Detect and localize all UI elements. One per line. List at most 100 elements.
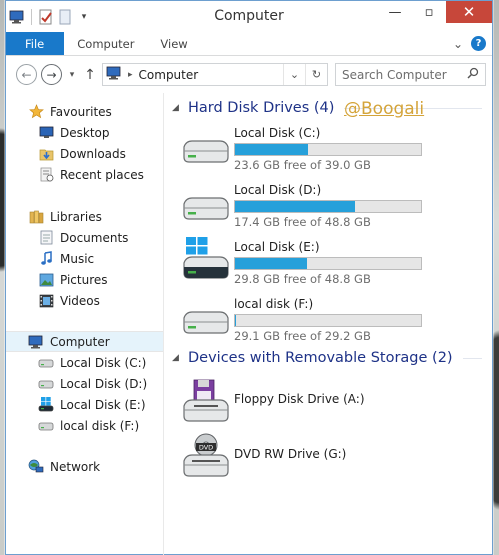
nav-label: Local Disk (D:): [60, 376, 148, 391]
address-dropdown-icon[interactable]: ⌄: [283, 64, 305, 85]
removable-storage-group-header[interactable]: ◢ Devices with Removable Storage (2): [172, 347, 492, 369]
videos-icon: [38, 293, 54, 309]
window-controls: — ▫ ✕: [378, 1, 492, 23]
drive-free-space: 29.1 GB free of 29.2 GB: [234, 329, 371, 343]
collapse-chevron-icon[interactable]: ◢: [172, 353, 188, 363]
dvd-drive-icon: DVD: [180, 433, 232, 479]
windows-hdd-icon: [180, 235, 232, 289]
title-bar: ▾ Computer — ▫ ✕: [6, 1, 492, 32]
breadcrumb-location[interactable]: Computer: [139, 68, 199, 82]
back-button[interactable]: ←: [16, 64, 37, 85]
device-name: DVD RW Drive (G:): [234, 446, 347, 461]
computer-location-icon: [106, 66, 122, 83]
search-placeholder: Search Computer: [342, 67, 447, 82]
search-input[interactable]: Search Computer: [335, 63, 486, 86]
address-row: ← → ▾ ↑ ▸ Computer ⌄ ↻ Search Computer: [6, 56, 492, 93]
hard-disk-group-header[interactable]: ◢ Hard Disk Drives (4): [172, 97, 492, 119]
drive-item[interactable]: Local Disk (E:) 29.8 GB free of 48.8 GB: [180, 235, 492, 292]
device-name: Floppy Disk Drive (A:): [234, 391, 365, 406]
up-button[interactable]: ↑: [82, 67, 98, 83]
group-title: Devices with Removable Storage (2): [188, 350, 453, 366]
hdd-icon: [38, 355, 54, 371]
nav-pictures[interactable]: Pictures: [6, 269, 164, 290]
nav-downloads[interactable]: Downloads: [6, 143, 164, 164]
nav-label: Desktop: [60, 125, 110, 140]
hdd-icon: [38, 376, 54, 392]
nav-label: Downloads: [60, 146, 126, 161]
minimize-button[interactable]: —: [378, 1, 412, 23]
maximize-button[interactable]: ▫: [412, 1, 446, 23]
nav-recent-places[interactable]: Recent places: [6, 164, 164, 185]
properties-icon[interactable]: [38, 9, 54, 25]
nav-local-disk-f[interactable]: local disk (F:): [6, 415, 164, 436]
music-icon: [38, 251, 54, 267]
breadcrumb-separator-icon[interactable]: ▸: [128, 70, 133, 80]
nav-desktop[interactable]: Desktop: [6, 122, 164, 143]
device-item[interactable]: Floppy Disk Drive (A:): [180, 373, 492, 428]
refresh-icon[interactable]: ↻: [305, 64, 327, 85]
svg-text:DVD: DVD: [199, 443, 213, 451]
explorer-window: ▾ Computer — ▫ ✕ File Computer View ⌄ ? …: [5, 0, 493, 555]
nav-label: Local Disk (C:): [60, 355, 147, 370]
nav-documents[interactable]: Documents: [6, 227, 164, 248]
customize-toolbar-icon[interactable]: ▾: [76, 9, 92, 25]
recent-locations-icon[interactable]: ▾: [66, 70, 78, 80]
expand-ribbon-icon[interactable]: ⌄: [453, 37, 463, 51]
libraries-icon: [28, 209, 44, 225]
pictures-icon: [38, 272, 54, 288]
windows-hdd-icon: [38, 397, 54, 413]
drive-item[interactable]: local disk (F:) 29.1 GB free of 29.2 GB: [180, 292, 492, 349]
nav-libraries[interactable]: Libraries: [6, 206, 164, 227]
network-icon: [28, 459, 44, 475]
drive-name: Local Disk (D:): [234, 183, 322, 197]
nav-local-disk-c[interactable]: Local Disk (C:): [6, 352, 164, 373]
drive-name: Local Disk (C:): [234, 126, 321, 140]
content-pane: ◢ Hard Disk Drives (4) @Boogali Local Di…: [164, 93, 492, 555]
new-folder-icon[interactable]: [57, 9, 73, 25]
close-button[interactable]: ✕: [446, 1, 492, 23]
hdd-icon: [180, 192, 232, 232]
group-divider: [462, 357, 482, 359]
nav-favourites[interactable]: Favourites: [6, 101, 164, 122]
nav-music[interactable]: Music: [6, 248, 164, 269]
hdd-icon: [38, 418, 54, 434]
drive-free-space: 17.4 GB free of 48.8 GB: [234, 215, 371, 229]
forward-button[interactable]: →: [41, 64, 62, 85]
nav-label: Music: [60, 251, 95, 266]
drive-item[interactable]: Local Disk (C:) 23.6 GB free of 39.0 GB: [180, 121, 492, 178]
drive-name: local disk (F:): [234, 297, 314, 311]
watermark-text: @Boogali: [344, 99, 425, 119]
ribbon-right-controls: ⌄ ?: [453, 36, 486, 51]
nav-network[interactable]: Network: [6, 456, 164, 477]
nav-local-disk-d[interactable]: Local Disk (D:): [6, 373, 164, 394]
help-icon[interactable]: ?: [471, 36, 486, 51]
recent-places-icon: [38, 167, 54, 183]
nav-videos[interactable]: Videos: [6, 290, 164, 311]
nav-label: Network: [50, 459, 101, 474]
desktop-icon: [38, 125, 54, 141]
drive-free-space: 23.6 GB free of 39.0 GB: [234, 158, 371, 172]
tab-file[interactable]: File: [6, 32, 65, 55]
nav-label: Libraries: [50, 209, 102, 224]
search-icon[interactable]: [467, 67, 479, 82]
navigation-pane: Favourites Desktop Downloads Recent plac…: [6, 93, 164, 555]
device-item[interactable]: DVD DVD RW Drive (G:): [180, 428, 492, 483]
computer-app-icon[interactable]: [9, 9, 25, 25]
computer-icon: [28, 334, 44, 350]
drive-item[interactable]: Local Disk (D:) 17.4 GB free of 48.8 GB: [180, 178, 492, 235]
nav-label: Pictures: [60, 272, 108, 287]
nav-computer[interactable]: Computer: [6, 331, 164, 352]
documents-icon: [38, 230, 54, 246]
nav-local-disk-e[interactable]: Local Disk (E:): [6, 394, 164, 415]
tab-view[interactable]: View: [147, 32, 200, 55]
address-bar[interactable]: ▸ Computer ⌄ ↻: [102, 63, 328, 86]
hdd-icon: [180, 135, 232, 175]
collapse-chevron-icon[interactable]: ◢: [172, 103, 188, 113]
usage-bar-fill: [235, 258, 308, 269]
tab-computer[interactable]: Computer: [64, 32, 147, 55]
nav-label: local disk (F:): [60, 418, 140, 433]
nav-label: Local Disk (E:): [60, 397, 146, 412]
